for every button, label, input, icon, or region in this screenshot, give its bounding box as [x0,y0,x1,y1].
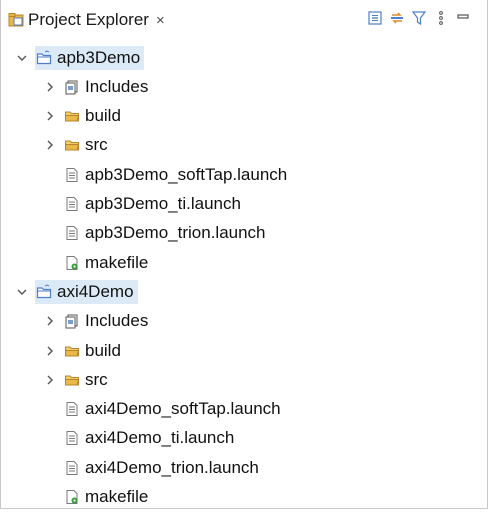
folder-icon [64,343,80,359]
launch-file-icon [64,167,80,183]
tree-item-row[interactable]: apb3Demo_trion.launch [43,219,266,248]
tree-item-row[interactable]: build [43,102,121,131]
tree-item-row[interactable]: apb3Demo_ti.launch [43,190,241,219]
tree-item-row[interactable]: src [43,131,108,160]
includes-icon [64,313,80,329]
tree-item-label: Includes [85,311,149,331]
tree-item-label: build [85,340,121,360]
tree-item-row[interactable]: makefile [43,483,148,512]
chevron-right-icon[interactable] [43,344,57,358]
chevron-right-icon[interactable] [43,373,57,387]
chevron-right-icon[interactable] [43,80,57,94]
tree-item-label: axi4Demo [57,281,134,301]
launch-file-icon [64,401,80,417]
chevron-right-icon[interactable] [43,314,57,328]
tree-project-row[interactable]: apb3Demo [15,43,145,72]
chevron-down-icon[interactable] [15,51,29,65]
includes-icon [64,79,80,95]
tree-item-label: apb3Demo [57,47,141,67]
tree-item-label: axi4Demo_softTap.launch [85,399,281,419]
tree-project-row[interactable]: axi4Demo [15,277,138,306]
tab-project-explorer[interactable]: Project Explorer × [8,6,165,34]
tree-item-label: makefile [85,252,149,272]
link-with-editor-icon[interactable] [388,9,406,27]
chevron-right-icon[interactable] [43,109,57,123]
folder-icon [64,137,80,153]
makefile-icon [64,255,80,271]
filter-icon[interactable] [410,9,428,27]
tree-item-label: axi4Demo_trion.launch [85,457,259,477]
selection-highlight: axi4Demo [35,279,138,304]
tree-item-label: apb3Demo_trion.launch [85,223,266,243]
chevron-right-icon[interactable] [43,138,57,152]
minimize-icon[interactable] [454,9,472,27]
tree-item-row[interactable]: axi4Demo_ti.launch [43,424,234,453]
tree-item-row[interactable]: Includes [43,307,148,336]
panel-toolbar [366,8,476,28]
panel-header: Project Explorer × [1,0,488,40]
tree-item-label: makefile [85,487,149,506]
tree-item-row[interactable]: apb3Demo_softTap.launch [43,160,287,189]
launch-file-icon [64,196,80,212]
tree-item-label: build [85,106,121,126]
tree-item-label: src [85,135,108,155]
tree-item-row[interactable]: makefile [43,248,148,277]
launch-file-icon [64,430,80,446]
tree-item-row[interactable]: src [43,365,108,394]
tree-item-label: apb3Demo_softTap.launch [85,164,288,184]
project-explorer-icon [8,12,24,28]
panel-title: Project Explorer [28,10,149,29]
tree-item-label: apb3Demo_ti.launch [85,194,241,213]
launch-file-icon [64,225,80,241]
makefile-icon [64,489,80,505]
collapse-all-icon[interactable] [366,9,384,27]
folder-icon [64,108,80,124]
tree-item-label: axi4Demo_ti.launch [85,428,235,448]
launch-file-icon [64,460,80,476]
tree-item-row[interactable]: Includes [43,72,148,101]
chevron-down-icon[interactable] [15,285,29,299]
selection-highlight: apb3Demo [35,45,145,70]
project-folder-icon [36,49,52,66]
tree-item-row[interactable]: axi4Demo_softTap.launch [43,395,281,424]
tree-item-label: src [85,369,108,389]
project-explorer-panel: Project Explorer × apb3Demo Includes bui… [0,0,488,509]
tree-item-row[interactable]: build [43,336,121,365]
view-menu-icon[interactable] [432,9,450,27]
tree-item-row[interactable]: axi4Demo_trion.launch [43,453,259,482]
close-icon[interactable]: × [156,12,165,29]
tree-item-label: Includes [85,76,149,96]
project-folder-icon [36,284,52,300]
folder-icon [64,372,80,388]
